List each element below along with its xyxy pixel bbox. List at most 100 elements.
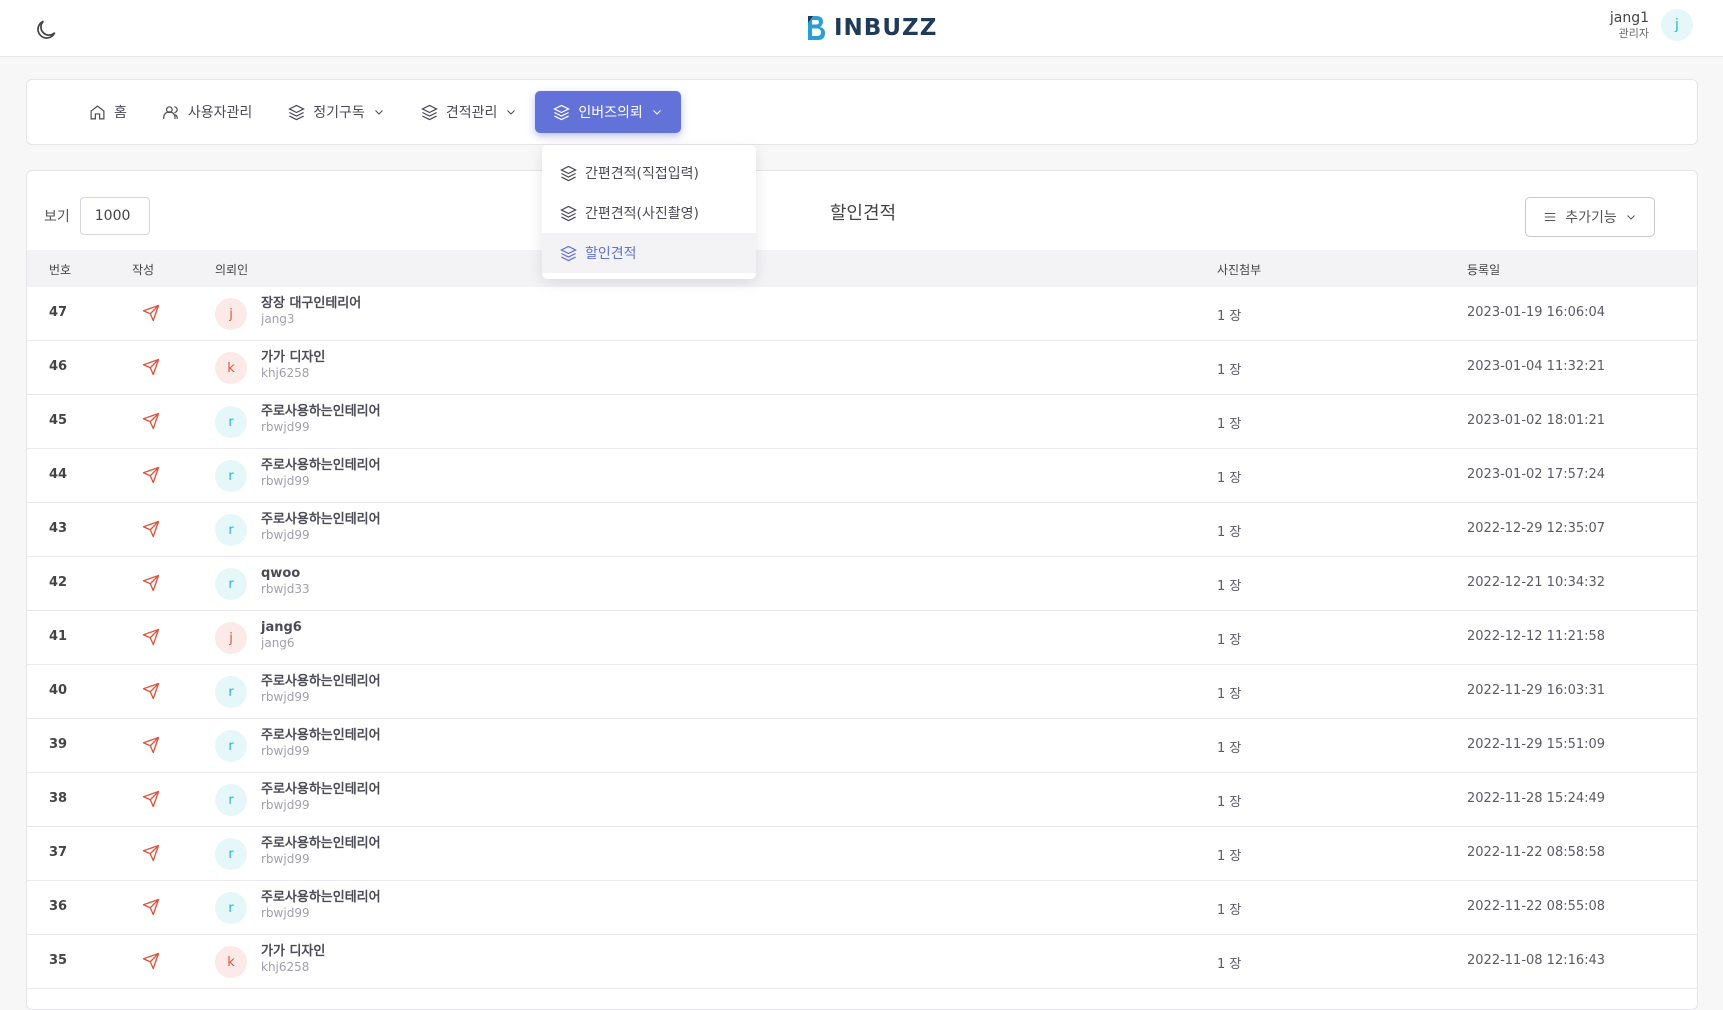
send-icon[interactable] [142,466,160,484]
column-header-client[interactable]: 의뢰인 [215,261,248,278]
send-icon[interactable] [142,358,160,376]
client-info[interactable]: 주로사용하는인테리어 rbwjd99 [261,836,381,867]
table-row[interactable]: 38 r 주로사용하는인테리어 rbwjd99 1 장 2022-11-28 15:24:… [27,773,1697,827]
avatar: k [215,352,247,384]
registered-date: 2022-11-29 16:03:31 [1467,683,1606,698]
send-icon[interactable] [142,790,160,808]
menu-item-simple-quote-photo[interactable]: 간편견적(사진촬영) [542,193,756,233]
menu-item-discount-quote[interactable]: 할인견적 [542,233,756,273]
client-info[interactable]: 장장 대구인테리어 jang3 [261,296,361,327]
client-id: rbwjd99 [261,528,310,543]
table-row[interactable]: 41 j jang6 jang6 1 장 2022-12-12 11:21:58 [27,611,1697,665]
photo-count: 1 장 [1217,633,1242,648]
row-number: 47 [49,305,68,320]
chevron-down-icon [1626,215,1635,220]
row-number: 43 [49,521,68,536]
nav-item-subscription[interactable]: 정기구독 [270,91,403,133]
client-info[interactable]: 가가 디자인 khj6258 [261,350,325,381]
user-menu[interactable]: jang1 관리자 j [1610,9,1693,41]
table-row[interactable]: 36 r 주로사용하는인테리어 rbwjd99 1 장 2022-11-22 08:55:… [27,881,1697,935]
registered-date: 2023-01-02 18:01:21 [1467,413,1606,428]
registered-date: 2022-11-28 15:24:49 [1467,791,1606,806]
photo-count: 1 장 [1217,309,1242,324]
client-info[interactable]: 주로사용하는인테리어 rbwjd99 [261,890,381,921]
avatar: r [215,514,247,546]
send-icon[interactable] [142,520,160,538]
table-row[interactable]: 35 k 가가 디자인 khj6258 1 장 2022-11-08 12:16:43 [27,935,1697,989]
table-body: 47 j 장장 대구인테리어 jang3 1 장 2023-01-19 16:06:04 4… [27,287,1697,989]
logo-text: INBUZZ [834,15,938,41]
row-number: 40 [49,683,68,698]
avatar: k [215,946,247,978]
client-info[interactable]: 주로사용하는인테리어 rbwjd99 [261,404,381,435]
send-icon[interactable] [142,682,160,700]
client-info[interactable]: 주로사용하는인테리어 rbwjd99 [261,728,381,759]
table-row[interactable]: 42 r qwoo rbwjd33 1 장 2022-12-21 10:34:32 [27,557,1697,611]
table-row[interactable]: 40 r 주로사용하는인테리어 rbwjd99 1 장 2022-11-29 16:03:… [27,665,1697,719]
client-name: 장장 대구인테리어 [261,296,362,311]
registered-date: 2023-01-19 16:06:04 [1467,305,1606,320]
send-icon[interactable] [142,304,160,322]
table-row[interactable]: 37 r 주로사용하는인테리어 rbwjd99 1 장 2022-11-22 08:58:… [27,827,1697,881]
row-number: 45 [49,413,68,428]
menu-item-simple-quote-input[interactable]: 간편견적(직접입력) [542,153,756,193]
row-number: 36 [49,899,68,914]
avatar: r [215,730,247,762]
client-name: 주로사용하는인테리어 [261,512,381,527]
nav-item-label: 정기구독 [313,105,365,121]
client-info[interactable]: 주로사용하는인테리어 rbwjd99 [261,458,381,489]
extra-features-button[interactable]: 추가기능 [1525,197,1655,237]
send-icon[interactable] [142,898,160,916]
client-id: khj6258 [261,366,310,381]
client-info[interactable]: jang6 jang6 [261,620,302,651]
registered-date: 2022-12-29 12:35:07 [1467,521,1606,536]
show-label: 보기 [44,209,70,225]
table-row[interactable]: 44 r 주로사용하는인테리어 rbwjd99 1 장 2023-01-02 17:57:… [27,449,1697,503]
row-number: 35 [49,953,68,968]
table-row[interactable]: 46 k 가가 디자인 khj6258 1 장 2023-01-04 11:32:21 [27,341,1697,395]
client-name: 주로사용하는인테리어 [261,674,381,689]
table-row[interactable]: 45 r 주로사용하는인테리어 rbwjd99 1 장 2023-01-02 18:01:… [27,395,1697,449]
nav-item-home[interactable]: 홈 [71,91,145,133]
avatar: j [215,622,247,654]
menu-item-label: 간편견적(사진촬영) [585,206,699,222]
app-logo[interactable]: INBUZZ [804,12,937,44]
send-icon[interactable] [142,574,160,592]
nav-item-label: 인버즈의뢰 [578,105,643,121]
table-row[interactable]: 47 j 장장 대구인테리어 jang3 1 장 2023-01-19 16:06:04 [27,287,1697,341]
send-icon[interactable] [142,952,160,970]
table-row[interactable]: 43 r 주로사용하는인테리어 rbwjd99 1 장 2022-12-29 12:35:… [27,503,1697,557]
send-icon[interactable] [142,736,160,754]
moon-icon[interactable] [33,17,59,43]
table-row[interactable]: 39 r 주로사용하는인테리어 rbwjd99 1 장 2022-11-29 15:51:… [27,719,1697,773]
avatar: r [215,460,247,492]
row-number: 39 [49,737,68,752]
page-title: 할인견적 [829,203,897,224]
client-info[interactable]: 주로사용하는인테리어 rbwjd99 [261,512,381,543]
send-icon[interactable] [142,844,160,862]
send-icon[interactable] [142,628,160,646]
avatar: r [215,784,247,816]
menu-item-label: 간편견적(직접입력) [585,166,699,182]
nav-item-quotes[interactable]: 견적관리 [403,91,536,133]
avatar[interactable]: j [1661,9,1693,41]
column-header-author[interactable]: 작성 [132,261,154,278]
inbuzz-request-dropdown: 간편견적(직접입력) 간편견적(사진촬영) 할인견적 [542,145,756,279]
column-header-photo[interactable]: 사진첨부 [1217,261,1261,278]
nav-item-users[interactable]: 사용자관리 [145,91,270,133]
page-size-value: 1000 [94,208,131,224]
client-info[interactable]: 주로사용하는인테리어 rbwjd99 [261,782,381,813]
client-info[interactable]: qwoo rbwjd33 [261,566,310,597]
row-number: 37 [49,845,68,860]
layers-icon [560,245,577,261]
nav-item-inbuzz-request[interactable]: 인버즈의뢰 [535,91,681,133]
client-name: 주로사용하는인테리어 [261,728,381,743]
photo-count: 1 장 [1217,849,1242,864]
client-info[interactable]: 주로사용하는인테리어 rbwjd99 [261,674,381,705]
column-header-date[interactable]: 등록일 [1467,261,1500,278]
send-icon[interactable] [142,412,160,430]
page-size-select[interactable]: 1000 [79,197,150,235]
chevron-down-icon [652,110,661,115]
column-header-number[interactable]: 번호 [49,261,71,278]
client-info[interactable]: 가가 디자인 khj6258 [261,944,325,975]
